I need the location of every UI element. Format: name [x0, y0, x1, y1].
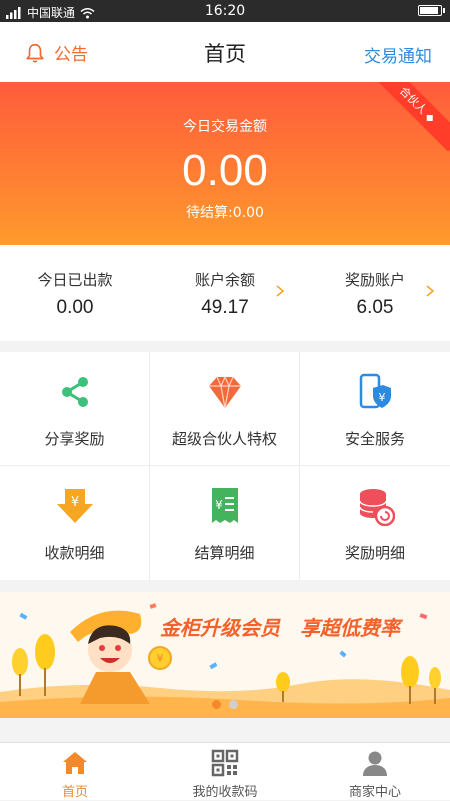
grid-label: 收款明细 — [44, 544, 105, 562]
notice-label: 公告 — [54, 45, 88, 65]
status-bar: 中国联通 16:20 — [0, 0, 450, 22]
header-bar: 公告 首页 交易通知 — [0, 22, 450, 82]
grid-label: 超级合伙人特权 — [171, 430, 277, 448]
function-grid: 分享奖励 超级合伙人特权 ¥ 安全服务 ¥ 收款明细 ¥ 结算明细 奖励明细 — [0, 352, 450, 580]
notice-button[interactable]: 公告 — [24, 40, 88, 65]
chevron-right-icon — [276, 285, 285, 297]
grid-super-partner[interactable]: 超级合伙人特权 — [150, 352, 300, 466]
grid-settlement-details[interactable]: ¥ 结算明细 — [150, 466, 300, 580]
account-stats: 今日已出款 0.00 账户余额 49.17 奖励账户 6.05 — [0, 245, 450, 341]
home-icon — [63, 752, 87, 774]
tab-label: 首页 — [61, 785, 88, 800]
stat-balance[interactable]: 账户余额 49.17 — [150, 245, 300, 341]
banner-page-dot[interactable] — [212, 700, 221, 709]
diamond-badge-icon: ◆ — [422, 109, 438, 126]
today-amount-label: 今日交易金额 — [183, 119, 267, 135]
chevron-right-icon — [426, 285, 435, 297]
bell-icon — [26, 43, 44, 63]
pending-settlement: 待结算:0.00 — [186, 205, 264, 221]
diamond-icon — [208, 375, 241, 409]
partner-badge-label: 合伙人 — [396, 84, 430, 117]
today-amount-value: 0.00 — [182, 146, 268, 195]
tab-my-qr-code[interactable]: 我的收款码 — [150, 743, 300, 801]
trade-notice-link[interactable]: 交易通知 — [364, 42, 432, 67]
grid-label: 奖励明细 — [344, 544, 405, 562]
stat-paid-out: 今日已出款 0.00 — [0, 245, 150, 341]
download-yen-icon: ¥ — [56, 489, 93, 523]
banner-page-dot[interactable] — [229, 700, 238, 709]
svg-text:¥: ¥ — [379, 391, 386, 404]
bottom-tab-bar: 首页 我的收款码 商家中心 — [0, 742, 450, 800]
promo-banner[interactable]: ¥ 金柜升级会员 享超低费率 — [0, 592, 450, 718]
stat-value: 0.00 — [56, 297, 94, 318]
page-title: 首页 — [204, 42, 246, 66]
grid-share-reward[interactable]: 分享奖励 — [0, 352, 150, 466]
grid-label: 分享奖励 — [44, 430, 105, 448]
grid-security[interactable]: ¥ 安全服务 — [300, 352, 450, 466]
status-time: 16:20 — [204, 3, 246, 19]
battery-fill — [420, 7, 438, 14]
phone-shield-icon: ¥ — [359, 373, 391, 409]
today-summary-card: 今日交易金额 0.00 待结算:0.00 合伙人 ◆ — [0, 82, 450, 245]
tab-label: 商家中心 — [348, 785, 401, 800]
grid-label: 安全服务 — [344, 430, 405, 448]
stat-label: 今日已出款 — [37, 271, 113, 289]
receipt-icon: ¥ — [211, 488, 238, 523]
share-icon — [61, 377, 88, 407]
grid-reward-details[interactable]: 奖励明细 — [300, 466, 450, 580]
coin-stack-icon — [359, 489, 395, 526]
tab-label: 我的收款码 — [192, 785, 258, 800]
qr-code-icon — [211, 749, 239, 777]
grid-label: 结算明细 — [194, 544, 255, 562]
battery-icon — [418, 5, 445, 16]
user-icon — [363, 751, 387, 776]
banner-pagination — [0, 694, 450, 713]
svg-text:¥: ¥ — [215, 498, 223, 512]
grid-receipt-details[interactable]: ¥ 收款明细 — [0, 466, 150, 580]
tab-home[interactable]: 首页 — [0, 743, 150, 801]
tab-merchant-center[interactable]: 商家中心 — [300, 743, 450, 801]
svg-text:¥: ¥ — [70, 495, 78, 510]
banner-headline: 金柜升级会员 享超低费率 — [160, 616, 400, 640]
stat-value: 49.17 — [201, 297, 249, 318]
stat-reward-account[interactable]: 奖励账户 6.05 — [300, 245, 450, 341]
stat-value: 6.05 — [356, 297, 394, 318]
svg-text:¥: ¥ — [157, 652, 164, 665]
